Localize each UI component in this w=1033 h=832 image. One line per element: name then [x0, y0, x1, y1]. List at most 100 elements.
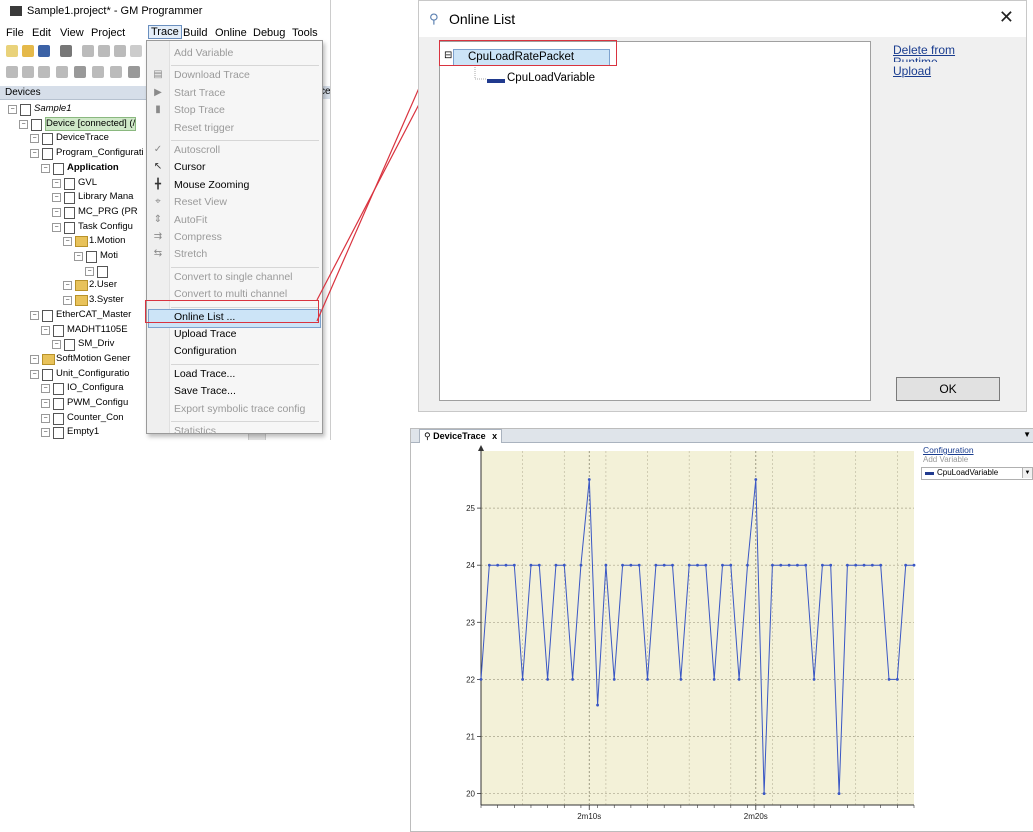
tree-expander-icon[interactable]: − — [52, 207, 61, 217]
menu-build[interactable]: Build — [183, 27, 207, 39]
menu-item[interactable]: Stretch — [174, 248, 207, 260]
save-icon[interactable] — [38, 45, 50, 57]
download-trace-icon[interactable] — [6, 66, 18, 78]
tree-expander-icon[interactable]: − — [41, 163, 50, 173]
tree-expander-icon[interactable]: − — [41, 384, 50, 394]
tree-expander-icon[interactable]: − — [63, 296, 72, 306]
chevron-down-icon[interactable]: ▼ — [1023, 430, 1031, 439]
device-tree-item[interactable]: Library Mana — [78, 190, 133, 204]
menu-item[interactable]: Start Trace — [174, 87, 225, 99]
menu-item[interactable]: Convert to multi channel — [174, 288, 287, 300]
menu-item[interactable]: Mouse Zooming — [174, 179, 249, 191]
device-tree-item[interactable]: Application — [67, 161, 119, 175]
open-folder-icon[interactable] — [22, 45, 34, 57]
device-tree-item[interactable]: EtherCAT_Master — [56, 308, 131, 322]
cut-icon[interactable] — [114, 45, 126, 57]
tab-close-icon[interactable]: x — [492, 431, 497, 441]
device-tree-item[interactable]: Sample1 — [34, 102, 72, 116]
menu-trace[interactable]: Trace — [148, 25, 182, 39]
menu-item[interactable]: Save Trace... — [174, 385, 236, 397]
tree-expander-icon[interactable]: − — [52, 222, 61, 232]
menu-item[interactable]: Reset View — [174, 196, 227, 208]
tree-expander-icon[interactable]: − — [63, 237, 72, 247]
menu-file[interactable]: File — [6, 27, 24, 39]
menu-item[interactable]: AutoFit — [174, 214, 207, 226]
device-tree-item[interactable]: MADHT1105E — [67, 323, 128, 337]
ok-button[interactable]: OK — [896, 377, 1000, 401]
tree-expander-icon[interactable]: − — [52, 178, 61, 188]
menu-item[interactable]: Download Trace — [174, 69, 250, 81]
menu-item[interactable]: Cursor — [174, 161, 206, 173]
tree-expander-icon[interactable]: − — [41, 428, 50, 438]
cursor-icon[interactable] — [128, 66, 140, 78]
delete-from-runtime-link-2[interactable]: Runtime — [893, 55, 938, 62]
menu-view[interactable]: View — [60, 27, 84, 39]
tree-expander-icon[interactable]: − — [52, 340, 61, 350]
trace-chart[interactable]: 20 21 22 23 24 25 2m10s 2m20s — [411, 443, 919, 831]
tree-expander-icon[interactable]: − — [41, 399, 50, 408]
menu-item[interactable]: Compress — [174, 231, 222, 243]
undo-icon[interactable] — [82, 45, 94, 57]
autofit-icon[interactable] — [110, 66, 122, 78]
tree-expander-icon[interactable]: − — [30, 310, 39, 320]
menu-edit[interactable]: Edit — [32, 27, 51, 39]
device-tree-item[interactable]: Empty1 — [67, 425, 99, 439]
tree-expander-icon[interactable]: − — [19, 119, 28, 129]
tree-expander-icon[interactable]: − — [8, 105, 17, 114]
legend-dropdown-icon[interactable]: ▼ — [1022, 468, 1032, 478]
tree-expander-icon[interactable]: − — [30, 369, 39, 379]
upload-link[interactable]: Upload — [893, 64, 931, 78]
menu-item[interactable]: Load Trace... — [174, 368, 235, 380]
menu-tools[interactable]: Tools — [292, 27, 318, 39]
menu-item[interactable]: Export symbolic trace config — [174, 403, 305, 415]
mouse-zoom-icon[interactable] — [74, 66, 86, 78]
new-file-icon[interactable] — [6, 45, 18, 57]
reset-trigger-icon[interactable] — [56, 66, 68, 78]
tree-expander-icon[interactable]: − — [85, 266, 94, 276]
tree-expander-icon[interactable]: − — [52, 193, 61, 203]
device-tree-item[interactable]: 2.User — [89, 278, 117, 292]
legend-entry[interactable]: CpuLoadVariable ▼ — [921, 467, 1033, 480]
tree-expander-icon[interactable]: − — [74, 252, 83, 261]
menu-project[interactable]: Project — [91, 27, 125, 39]
menu-item[interactable]: Configuration — [174, 345, 236, 357]
start-trace-icon[interactable] — [22, 66, 34, 78]
configuration-link[interactable]: Configuration — [923, 445, 974, 455]
device-tree-item[interactable]: Task Configu — [78, 220, 133, 234]
device-tree-item[interactable]: MC_PRG (PR — [78, 205, 138, 219]
menu-item[interactable]: Convert to single channel — [174, 271, 293, 283]
tree-expander-icon[interactable]: − — [30, 149, 39, 159]
redo-icon[interactable] — [98, 45, 110, 57]
variable-node-label[interactable]: CpuLoadVariable — [507, 72, 595, 84]
tree-expander-icon[interactable]: − — [63, 281, 72, 291]
menu-item[interactable]: Add Variable — [174, 47, 233, 59]
device-tree-item[interactable]: DeviceTrace — [56, 131, 109, 145]
tree-expander-icon[interactable]: − — [30, 134, 39, 144]
print-icon[interactable] — [60, 45, 72, 57]
device-tree-item[interactable]: 1.Motion — [89, 234, 125, 248]
stop-trace-icon[interactable] — [38, 66, 50, 78]
device-tree-item[interactable]: Counter_Con — [67, 411, 124, 425]
device-tree-item[interactable]: Program_Configurati — [56, 146, 144, 160]
device-tree-item[interactable]: Moti — [100, 249, 118, 263]
tree-expander-icon[interactable]: − — [41, 413, 50, 423]
device-tree-item[interactable]: Device [connected] (/ — [45, 116, 137, 131]
tab-devicetrace[interactable]: ⚲ DeviceTrace x — [419, 429, 503, 443]
device-tree-item[interactable]: GVL — [78, 176, 97, 190]
menu-item[interactable]: Statistics — [174, 425, 216, 437]
menu-item[interactable]: Stop Trace — [174, 104, 225, 116]
copy-icon[interactable] — [130, 45, 142, 57]
menu-item[interactable]: Upload Trace — [174, 328, 236, 340]
device-tree-item[interactable]: Unit_Configuratio — [56, 367, 129, 381]
device-tree-item[interactable]: 3.Syster — [89, 293, 124, 307]
tree-expander-icon[interactable]: − — [30, 354, 39, 364]
menu-online[interactable]: Online — [215, 27, 247, 39]
menu-item[interactable]: Reset trigger — [174, 122, 234, 134]
device-tree-item[interactable]: SM_Driv — [78, 337, 114, 351]
tree-expander-icon[interactable]: − — [41, 325, 50, 335]
menu-item[interactable]: Autoscroll — [174, 144, 220, 156]
device-tree-item[interactable]: SoftMotion Gener — [56, 352, 130, 366]
close-icon[interactable]: ✕ — [999, 7, 1014, 28]
menu-debug[interactable]: Debug — [253, 27, 285, 39]
device-tree-item[interactable]: IO_Configura — [67, 381, 124, 395]
